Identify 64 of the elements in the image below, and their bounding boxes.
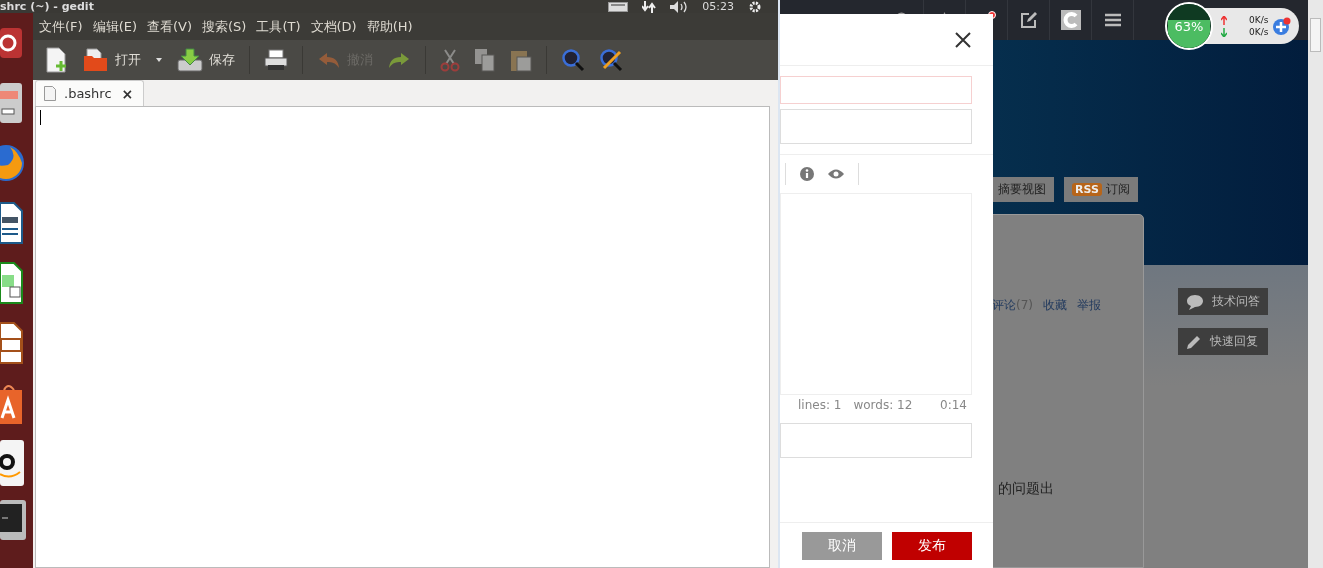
publish-button[interactable]: 发布 — [892, 531, 972, 560]
clock[interactable]: 05:23 — [702, 0, 734, 13]
side-button[interactable]: 技术问答 — [1178, 288, 1268, 315]
volume-icon[interactable] — [670, 0, 689, 13]
view-button[interactable]: RSS 订阅 — [1064, 177, 1138, 202]
caret-icon — [155, 57, 163, 63]
document-icon[interactable] — [0, 199, 24, 247]
presentation-icon[interactable] — [0, 319, 24, 367]
scrollbar[interactable] — [1308, 0, 1323, 568]
search-icon — [561, 48, 585, 72]
menu-item[interactable]: 工具(T) — [256, 17, 301, 36]
spreadsheet-icon[interactable] — [0, 259, 24, 307]
file-icon — [44, 86, 56, 101]
transfer-arrows-icon[interactable] — [642, 0, 657, 13]
pencil-icon — [1186, 333, 1202, 350]
up-arrow-icon — [1221, 15, 1227, 25]
word-count: words: 12 — [853, 398, 913, 414]
menu-item[interactable]: 文件(F) — [39, 17, 83, 36]
input-field[interactable] — [780, 423, 972, 458]
printer-icon — [264, 49, 288, 71]
line-count: lines: 1 — [798, 398, 842, 414]
close-icon[interactable] — [955, 31, 971, 48]
window-title: shrc (~) - gedit — [0, 0, 94, 13]
copy-icon — [474, 48, 496, 72]
circle-logo-icon[interactable] — [0, 28, 22, 58]
speech-bubble-icon — [1186, 293, 1204, 310]
down-arrow-icon — [1221, 27, 1227, 37]
upload-speed: 0K/s — [1249, 15, 1269, 25]
memory-percent: 63% — [1174, 18, 1204, 34]
menu-icon[interactable] — [1104, 13, 1121, 27]
input-field[interactable] — [780, 109, 972, 144]
document-tab[interactable]: .bashrc × — [35, 80, 145, 106]
plus-icon[interactable] — [1272, 16, 1292, 36]
elapsed-time: 0:14 — [940, 398, 967, 414]
download-drive-icon — [177, 48, 203, 72]
download-speed: 0K/s — [1249, 27, 1269, 37]
new-document-icon — [45, 47, 69, 73]
clipboard-icon — [510, 48, 532, 72]
close-tab-button[interactable]: × — [119, 85, 136, 102]
rss-badge: RSS — [1072, 183, 1102, 196]
scissors-icon — [440, 48, 460, 72]
menu-item[interactable]: 文档(D) — [310, 17, 357, 36]
undo-arrow-icon — [317, 51, 341, 69]
redo-arrow-icon — [387, 51, 411, 69]
edit-icon[interactable] — [1020, 12, 1037, 28]
title-field[interactable] — [780, 76, 972, 104]
view-button[interactable]: 摘要视图 — [990, 177, 1054, 202]
eye-icon[interactable] — [828, 169, 844, 179]
menu-item[interactable]: 查看(V) — [147, 17, 193, 36]
menu-item[interactable]: 搜索(S) — [202, 17, 247, 36]
keyboard-icon[interactable] — [608, 1, 629, 12]
menu-item[interactable]: 帮助(H) — [366, 17, 413, 36]
letter-c-icon[interactable] — [1060, 10, 1081, 30]
tab-label: .bashrc — [64, 86, 112, 101]
info-icon[interactable] — [800, 167, 814, 181]
folder-icon — [83, 48, 109, 72]
menu-item[interactable]: 编辑(E) — [92, 17, 137, 36]
open-button[interactable]: 打开 — [79, 46, 145, 74]
gear-icon[interactable] — [748, 0, 762, 13]
search-pencil-icon — [599, 48, 623, 72]
save-button[interactable]: 保存 — [173, 46, 239, 74]
post-text: 的问题出 — [998, 480, 1054, 498]
file-cabinet-icon[interactable] — [0, 83, 22, 123]
side-button[interactable]: 快速回复 — [1178, 328, 1268, 355]
